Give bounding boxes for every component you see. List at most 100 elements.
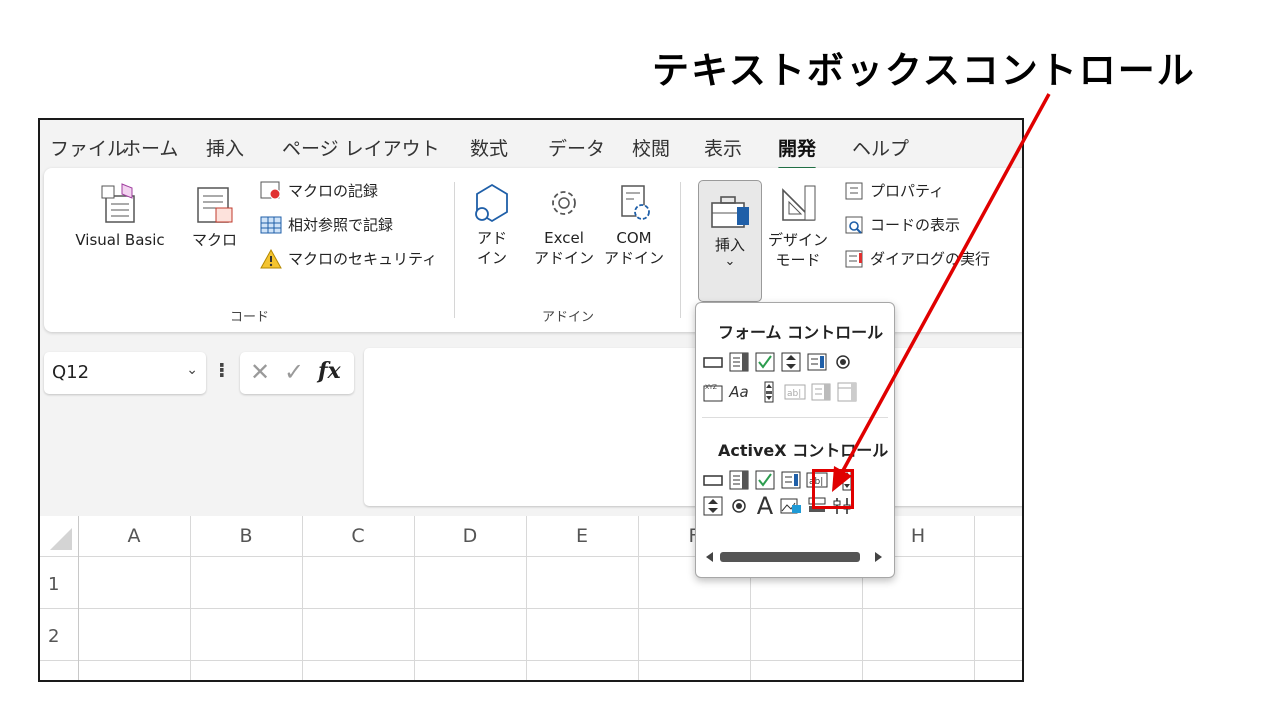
group-box-icon[interactable]: XYZ (702, 381, 724, 403)
com-addins-label-2: アドイン (604, 249, 665, 267)
tab-developer[interactable]: 開発 (778, 134, 817, 170)
tab-page-layout[interactable]: ページ レイアウト (282, 134, 440, 161)
gear-icon (552, 191, 576, 215)
tab-file[interactable]: ファイル (50, 134, 126, 161)
check-box-icon[interactable] (754, 351, 776, 373)
column-header-c[interactable]: C (302, 516, 414, 556)
text-field-icon-dimmed: ab| (784, 384, 806, 400)
dropdown-combo-icon-dimmed (837, 382, 857, 402)
cancel-icon[interactable]: ✕ (250, 358, 270, 386)
gridline (302, 516, 303, 680)
code-group-label: コード (230, 310, 270, 325)
activex-combo-box-icon[interactable] (728, 469, 750, 491)
activex-list-box-icon[interactable] (780, 469, 802, 491)
addins-group-label: アドイン (542, 310, 595, 325)
column-header-a[interactable]: A (78, 516, 190, 556)
view-code-button[interactable]: コードの表示 (844, 214, 960, 235)
button-control-icon[interactable] (702, 351, 724, 373)
view-code-icon (845, 216, 863, 234)
tab-view[interactable]: 表示 (704, 134, 742, 161)
excel-window: ファイル ホーム 挿入 ページ レイアウト 数式 データ 校閲 表示 開発 ヘル… (38, 118, 1024, 682)
properties-label: プロパティ (870, 182, 945, 200)
com-addins-label-1: COM (616, 229, 652, 247)
scroll-bar-icon[interactable] (758, 381, 780, 403)
activex-check-box-icon[interactable] (754, 469, 776, 491)
combo-box-icon[interactable] (728, 351, 750, 373)
list-box-icon[interactable] (806, 351, 828, 373)
properties-icon (845, 182, 863, 199)
addins-icon (475, 183, 508, 223)
formula-input[interactable] (364, 348, 1022, 506)
run-dialog-label: ダイアログの実行 (870, 250, 991, 268)
macro-security-label: マクロのセキュリティ (288, 250, 438, 268)
select-all-corner[interactable] (48, 528, 74, 552)
activex-controls-heading: ActiveX コントロール (718, 441, 889, 460)
visual-basic-button[interactable]: Visual Basic (64, 182, 176, 250)
chevron-down-icon[interactable]: ⌄ (186, 362, 198, 378)
gridline (40, 660, 1022, 661)
enter-icon[interactable]: ✓ (284, 358, 304, 386)
tab-insert[interactable]: 挿入 (206, 134, 244, 161)
gridline (414, 516, 415, 680)
insert-controls-button[interactable]: 挿入 ⌄ (698, 180, 762, 302)
combo-list-icon-dimmed (811, 383, 831, 401)
tab-review[interactable]: 校閲 (632, 134, 670, 161)
insert-label: 挿入 (714, 236, 745, 254)
column-header-e[interactable]: E (526, 516, 638, 556)
label-control-icon[interactable]: Aa (728, 381, 750, 403)
command-button-icon[interactable] (702, 469, 724, 491)
column-header-d[interactable]: D (414, 516, 526, 556)
design-mode-label-2: モード (775, 251, 821, 269)
svg-text:XYZ: XYZ (705, 384, 717, 391)
text-box-highlight (812, 469, 854, 509)
activex-spin-button-icon[interactable] (702, 495, 724, 517)
toolbox-icon (711, 196, 749, 228)
record-macro-button[interactable]: マクロの記録 (260, 180, 378, 201)
formula-actions: ✕ ✓ fx (240, 352, 354, 394)
gridline (190, 516, 191, 680)
com-addins-button[interactable]: COM アドイン (604, 182, 664, 268)
macro-security-button[interactable]: マクロのセキュリティ (260, 248, 437, 269)
tab-home[interactable]: ホーム (122, 134, 178, 161)
visual-basic-label: Visual Basic (75, 231, 165, 249)
menu-divider (702, 417, 888, 418)
record-macro-icon (260, 181, 281, 199)
svg-text:ab|: ab| (787, 389, 801, 399)
insert-function-icon[interactable]: fx (318, 358, 341, 384)
form-controls-heading: フォーム コントロール (718, 323, 884, 342)
excel-addins-button[interactable]: Excel アドイン (534, 182, 594, 268)
tab-help[interactable]: ヘルプ (852, 134, 909, 161)
macro-button[interactable]: マクロ (192, 182, 237, 250)
record-macro-label: マクロの記録 (288, 182, 379, 200)
ribbon-tabs: ファイル ホーム 挿入 ページ レイアウト 数式 データ 校閲 表示 開発 ヘル… (40, 120, 1022, 172)
row-header-2[interactable]: 2 (40, 626, 78, 647)
name-box-value: Q12 (52, 362, 90, 383)
more-dots-icon: ⁝ (218, 358, 226, 382)
relative-reference-button[interactable]: 相対参照で記録 (260, 214, 393, 235)
activex-option-button-icon[interactable] (728, 495, 750, 517)
name-box[interactable]: Q12 ⌄ (44, 352, 206, 394)
design-mode-button[interactable]: デザイン モード (768, 182, 828, 270)
gridline (638, 516, 639, 680)
addins-button[interactable]: アド イン (470, 182, 514, 268)
option-button-icon[interactable] (832, 351, 854, 373)
group-divider (454, 182, 455, 318)
callout-title: テキストボックスコントロール (652, 49, 1196, 92)
properties-button[interactable]: プロパティ (844, 180, 944, 201)
visual-basic-icon (101, 183, 135, 223)
horizontal-scrollbar[interactable] (704, 549, 884, 565)
run-dialog-button[interactable]: ダイアログの実行 (844, 248, 990, 269)
spin-button-icon[interactable] (780, 351, 802, 373)
activex-label-icon[interactable]: A (754, 494, 776, 518)
tab-data[interactable]: データ (548, 134, 605, 161)
image-control-icon[interactable] (780, 495, 802, 517)
gridline (974, 516, 975, 680)
column-header-b[interactable]: B (190, 516, 302, 556)
excel-addins-label-2: アドイン (534, 249, 595, 267)
tab-formulas[interactable]: 数式 (470, 134, 508, 161)
design-mode-label-1: デザイン (768, 231, 829, 249)
gridline (40, 608, 1022, 609)
addins-label-2: イン (476, 249, 507, 267)
row-header-1[interactable]: 1 (40, 574, 78, 595)
relative-reference-icon (260, 216, 282, 233)
